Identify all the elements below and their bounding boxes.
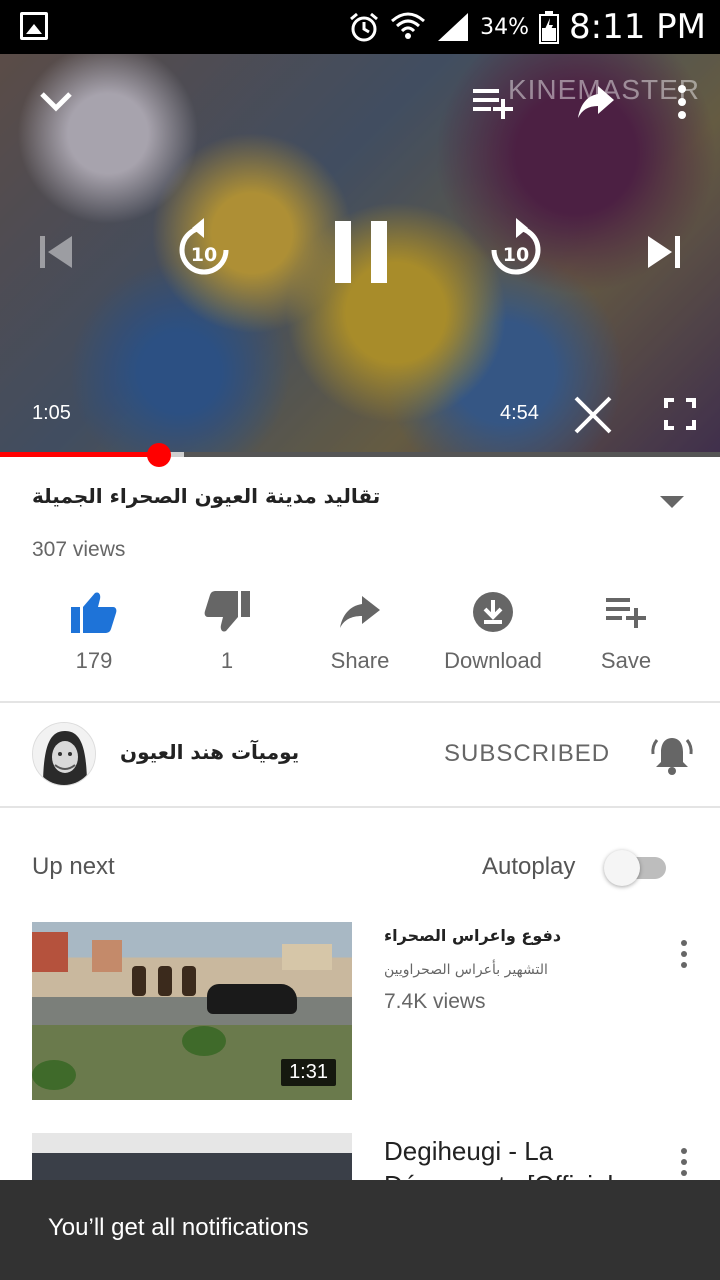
autoplay-toggle[interactable]	[604, 850, 666, 886]
more-vert-icon	[678, 85, 686, 119]
status-icons: 34% 8:11 PM	[348, 6, 706, 48]
channel-avatar[interactable]	[32, 722, 96, 786]
avatar-image	[33, 723, 95, 785]
thumbnail-scene	[182, 966, 196, 996]
rewind-seconds: 10	[191, 244, 217, 266]
wifi-icon	[391, 12, 426, 39]
close-icon	[574, 396, 612, 434]
video-actions: 179 1 Share Download Save	[28, 588, 692, 678]
rewind-button[interactable]: 10	[172, 218, 236, 282]
thumbnail-scene	[182, 1026, 226, 1056]
download-icon	[473, 592, 513, 632]
playlist-add-icon	[473, 89, 513, 119]
video-title: تقاليد مدينة العيون الصحراء الجميلة	[32, 484, 381, 508]
like-count: 179	[75, 648, 113, 673]
download-label: Download	[444, 648, 542, 673]
close-player-button[interactable]	[570, 392, 616, 438]
pause-icon	[335, 221, 387, 283]
divider	[0, 806, 720, 808]
status-bar: 34% 8:11 PM	[0, 0, 720, 54]
divider	[0, 701, 720, 703]
view-count: 307 views	[32, 538, 126, 561]
elapsed-time: 1:05	[32, 402, 71, 424]
skip-next-icon	[648, 236, 680, 268]
more-vert-icon	[681, 1159, 687, 1165]
player-share-button[interactable]	[576, 82, 616, 122]
video-player[interactable]: KINEMASTER 10 10 1:05 4:54	[0, 54, 720, 452]
forward-seconds: 10	[503, 244, 529, 266]
alarm-icon	[350, 12, 379, 42]
dislike-button[interactable]: 1	[161, 588, 293, 678]
more-vert-icon	[681, 940, 687, 946]
thumb-up-icon	[71, 592, 117, 633]
download-button[interactable]: Download	[427, 588, 559, 678]
forward-10-icon: 10	[491, 218, 541, 275]
signal-icon	[438, 13, 469, 41]
autoplay-toggle-knob	[604, 850, 640, 886]
previous-button[interactable]	[34, 230, 78, 274]
video-title-container[interactable]: تقاليد مدينة العيون الصحراء الجميلة	[32, 484, 632, 508]
bell-ringing-icon	[651, 738, 693, 775]
share-button[interactable]: Share	[294, 588, 426, 678]
like-button[interactable]: 179	[28, 588, 160, 678]
video-channel: التشهير بأعراس الصحراويين	[384, 962, 548, 978]
save-label: Save	[600, 648, 652, 673]
video-duration: 1:31	[281, 1059, 336, 1086]
minimize-button[interactable]	[36, 82, 76, 122]
more-vert-icon	[681, 962, 687, 968]
share-icon	[578, 86, 614, 118]
share-icon	[340, 596, 380, 628]
video-thumbnail[interactable]: 1:31	[32, 922, 352, 1100]
thumbnail-scene	[132, 966, 146, 996]
expand-description-icon[interactable]	[660, 496, 684, 508]
thumb-down-icon	[204, 591, 250, 632]
more-vert-icon	[681, 1148, 687, 1154]
add-to-queue-button[interactable]	[470, 82, 516, 122]
video-views: 7.4K views	[384, 990, 486, 1013]
thumbnail-scene	[92, 940, 122, 972]
video-title[interactable]: دفوع واعراس الصحراء	[384, 926, 561, 945]
player-more-button[interactable]	[670, 82, 694, 122]
save-button[interactable]: Save	[560, 588, 692, 678]
more-vert-icon	[681, 1170, 687, 1176]
subscribe-button[interactable]: SUBSCRIBED	[444, 740, 610, 768]
thumbnail-scene	[32, 1060, 76, 1090]
skip-previous-icon	[40, 236, 72, 268]
clock: 8:11 PM	[569, 7, 706, 47]
thumbnail-scene	[32, 932, 68, 972]
more-options-button[interactable]	[672, 938, 696, 970]
replay-10-icon: 10	[179, 218, 229, 275]
fullscreen-icon	[664, 398, 696, 430]
gallery-icon	[20, 12, 48, 40]
thumbnail-scene	[282, 944, 332, 970]
more-options-button[interactable]	[672, 1146, 696, 1178]
thumbnail-scene	[158, 966, 172, 996]
battery-percent: 34%	[480, 14, 529, 40]
chevron-down-icon	[40, 92, 72, 112]
snackbar-message: You’ll get all notifications	[48, 1214, 309, 1241]
seek-bar-progress	[0, 452, 160, 457]
fullscreen-button[interactable]	[660, 394, 700, 434]
thumbnail-scene	[207, 984, 297, 1014]
autoplay-label: Autoplay	[482, 853, 576, 880]
duration-time: 4:54	[500, 402, 539, 424]
seek-bar-thumb[interactable]	[147, 443, 172, 467]
next-button[interactable]	[642, 230, 686, 274]
dislike-count: 1	[220, 648, 234, 673]
forward-button[interactable]: 10	[484, 218, 548, 282]
playlist-add-icon	[606, 598, 646, 628]
pause-button[interactable]	[326, 214, 396, 290]
share-label: Share	[330, 648, 390, 673]
battery-icon	[539, 11, 559, 44]
channel-name[interactable]: يوميآت هند العيون	[120, 740, 299, 764]
seek-bar[interactable]	[0, 443, 720, 467]
snackbar: You’ll get all notifications	[0, 1180, 720, 1280]
more-vert-icon	[681, 951, 687, 957]
up-next-heading: Up next	[32, 853, 115, 880]
notifications-button[interactable]	[650, 734, 694, 780]
